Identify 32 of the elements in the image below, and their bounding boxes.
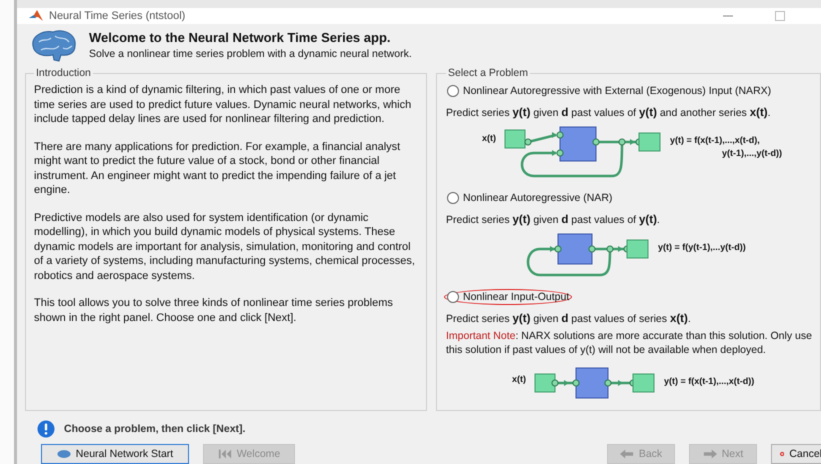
formula-text: y(t) = f(x(t-1),...,x(t-d)) [664,375,754,388]
problem-description: Predict series y(t) given d past values of y(t). [446,214,661,226]
problem-radio[interactable]: Nonlinear Autoregressive (NAR) [444,190,616,206]
important-note: Important Note: NARX solutions are more accurate than this solution. Only use this solution if past values of y(t) will not be available when deployed. [446,329,813,357]
status-message: Choose a problem, then click [Next]. [64,423,246,435]
panel-title: Introduction [35,67,92,79]
app-logo-icon [29,10,43,22]
intro-paragraph: Predictive models are also used for system identification (or dynamic modelling), in which you build dynamic models of physical systems. These dynamic models are important for analysis, simulation, monitoring and control of a variety of systems, including manufacturing systems, chemical processes, robotics and aerospace systems. [34,210,416,283]
problem-description: Predict series y(t) given d past values of series x(t). [446,313,692,325]
input-label: x(t) [482,132,496,145]
brain-icon [56,449,71,459]
problem-description: Predict series y(t) given d past values of y(t) and another series x(t). [446,107,772,119]
window-title: Neural Time Series (ntstool) [49,10,186,22]
problem-radio[interactable]: Nonlinear Input-Output [444,289,572,305]
problem-radio[interactable]: Nonlinear Autoregressive with External (Exogenous) Input (NARX) [444,83,774,99]
header-title: Welcome to the Neural Network Time Series app. [89,30,392,46]
formula-text: y(t-1),...,y(t-d)) [722,147,782,160]
first-icon [218,449,232,459]
intro-paragraph: Prediction is a kind of dynamic filtering, in which past values of one or more time series are used to predict future values. Dynamic neural networks, which include tapped delay lines are used for nonlinear filtering and prediction. [34,83,412,126]
wizard-button[interactable]: Cancel [771,444,821,464]
header-subtitle: Solve a nonlinear time series problem with a dynamic neural network. [89,48,412,60]
input-label: x(t) [512,373,526,386]
intro-paragraph: There are many applications for prediction. For example, a financial analyst might want to predict the future value of a stock, bond or other financial instrument. An engineer might want to predict the impending failure of a jet engine. [34,140,402,198]
intro-paragraph: This tool allows you to solve three kinds of nonlinear time series problems shown in the right panel. Choose one and click [Next]. [34,296,394,325]
info-icon [37,420,55,438]
right-arrow-icon [702,449,717,459]
formula-text: y(t) = f(y(t-1),...y(t-d)) [658,241,746,254]
maximize-icon[interactable] [775,10,785,21]
wizard-button[interactable]: Neural Network Start [41,444,189,464]
formula-text: y(t) = f(x(t-1),...,x(t-d), [670,134,761,147]
panel-title: Select a Problem [447,67,529,79]
left-arrow-icon [620,449,634,459]
